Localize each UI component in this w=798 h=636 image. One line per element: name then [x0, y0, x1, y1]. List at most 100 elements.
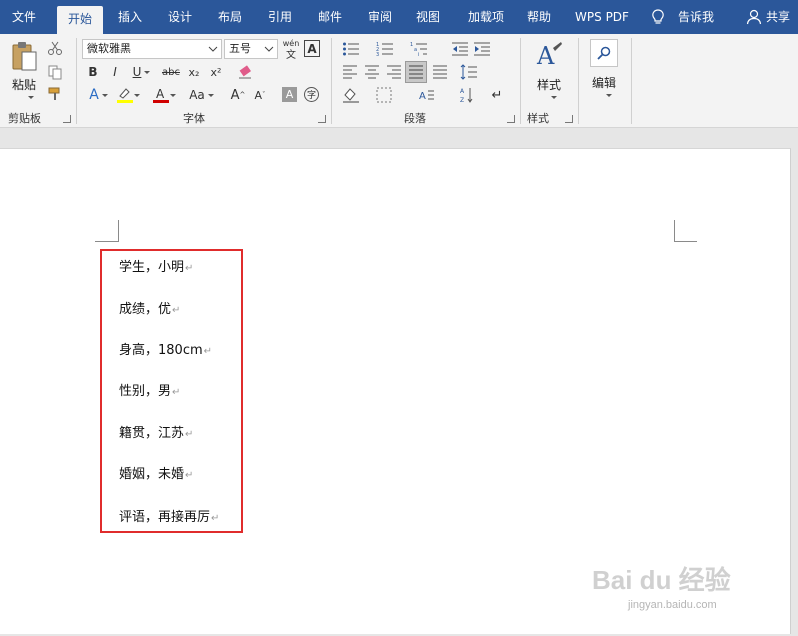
paste-label[interactable]: 粘贴 — [10, 76, 38, 93]
bold-icon[interactable]: B — [86, 64, 100, 80]
shading-icon[interactable] — [342, 87, 360, 103]
font-launcher-icon[interactable] — [318, 115, 326, 123]
editing-dropdown[interactable] — [600, 92, 612, 98]
paragraph-line[interactable]: 成绩，优↵ — [119, 298, 180, 317]
shrink-font-icon[interactable]: Aˇ — [252, 86, 268, 104]
paragraph-group-label: 段落 — [404, 112, 426, 125]
paragraph-line[interactable]: 评语，再接再厉↵ — [119, 506, 219, 525]
paragraph-line[interactable]: 婚姻，未婚↵ — [119, 463, 193, 482]
align-center-icon[interactable] — [364, 65, 380, 79]
character-border-icon[interactable]: A — [304, 40, 320, 57]
line-text: 籍贯，江苏 — [119, 426, 185, 441]
tab-layout[interactable]: 布局 — [210, 0, 250, 34]
superscript-icon[interactable]: x² — [208, 64, 224, 80]
multilevel-list-icon[interactable]: 1ai — [410, 41, 428, 57]
styles-group-label: 样式 — [527, 112, 549, 125]
paragraph-mark: ↵ — [203, 346, 213, 357]
magnifier-icon — [597, 46, 611, 60]
tab-insert[interactable]: 插入 — [110, 0, 150, 34]
paragraph-line[interactable]: 学生，小明↵ — [119, 256, 193, 275]
chevron-down-icon[interactable] — [208, 44, 218, 54]
show-formatting-marks-icon[interactable]: ↵ — [490, 86, 504, 104]
justify-button[interactable] — [405, 61, 427, 83]
share-button[interactable]: 共享 — [763, 0, 793, 34]
distributed-icon[interactable] — [432, 65, 448, 79]
paragraph-line[interactable]: 性别，男↵ — [119, 380, 180, 399]
font-color-icon[interactable]: A — [152, 86, 176, 104]
enclosed-character-icon[interactable]: 字 — [304, 87, 319, 102]
editing-button[interactable]: 编辑 — [587, 74, 621, 91]
align-right-icon[interactable] — [386, 65, 402, 79]
paste-dropdown[interactable] — [20, 94, 34, 100]
sort-icon[interactable]: AZ — [460, 86, 474, 104]
styles-button[interactable]: 样式 — [532, 76, 566, 93]
find-button[interactable] — [590, 39, 618, 67]
line-spacing-icon[interactable] — [460, 64, 478, 80]
tab-home[interactable]: 开始 — [57, 6, 103, 34]
character-shading-icon[interactable]: A — [282, 87, 297, 102]
strikethrough-icon[interactable]: abc — [160, 64, 182, 80]
grow-font-icon[interactable]: A ^ — [230, 86, 246, 104]
chevron-down-icon[interactable] — [264, 44, 274, 54]
change-case-icon[interactable]: Aa — [186, 86, 214, 104]
borders-icon[interactable] — [376, 87, 392, 103]
underline-icon[interactable]: U — [130, 64, 150, 80]
styles-dropdown[interactable] — [545, 94, 557, 100]
increase-indent-icon[interactable] — [473, 41, 491, 57]
tab-wps-pdf[interactable]: WPS PDF — [570, 0, 634, 34]
italic-icon[interactable]: I — [108, 64, 122, 80]
tab-review[interactable]: 审阅 — [360, 0, 400, 34]
paragraph-line[interactable]: 身高，180cm↵ — [119, 339, 212, 358]
line-text: 身高，180cm — [119, 343, 203, 358]
tab-file[interactable]: 文件 — [4, 0, 44, 34]
svg-text:1: 1 — [410, 42, 413, 48]
baidu-watermark-logo: Bai du 经验 — [592, 565, 731, 595]
copy-icon[interactable] — [47, 64, 63, 80]
line-text: 学生，小明 — [119, 260, 185, 275]
font-name-combo[interactable]: 微软雅黑 — [82, 39, 222, 59]
styles-icon[interactable]: A — [535, 40, 563, 72]
tab-references[interactable]: 引用 — [260, 0, 300, 34]
crop-mark-top-left — [95, 220, 119, 242]
tell-me-search[interactable]: 告诉我 — [672, 0, 720, 34]
group-divider — [520, 38, 521, 124]
group-divider — [578, 38, 579, 124]
font-name-value: 微软雅黑 — [87, 42, 131, 55]
crop-mark-top-right — [674, 220, 697, 242]
decrease-indent-icon[interactable] — [451, 41, 469, 57]
svg-text:3: 3 — [376, 52, 379, 57]
subscript-icon[interactable]: x₂ — [186, 64, 202, 80]
svg-text:Z: Z — [460, 97, 464, 104]
paste-icon[interactable] — [10, 40, 38, 72]
format-painter-icon[interactable] — [47, 86, 63, 102]
numbering-icon[interactable]: 123 — [376, 41, 394, 57]
tab-help[interactable]: 帮助 — [520, 0, 558, 34]
font-group-label: 字体 — [183, 112, 205, 125]
phonetic-guide-icon[interactable]: 文 — [283, 47, 299, 61]
font-size-combo[interactable]: 五号 — [224, 39, 278, 59]
cut-icon[interactable] — [47, 40, 63, 56]
svg-text:A: A — [460, 88, 465, 95]
paragraph-launcher-icon[interactable] — [507, 115, 515, 123]
clear-formatting-icon[interactable] — [237, 64, 255, 80]
tab-view[interactable]: 视图 — [408, 0, 448, 34]
asian-layout-icon[interactable]: A — [418, 87, 436, 103]
tab-design[interactable]: 设计 — [160, 0, 200, 34]
clipboard-group-label: 剪贴板 — [8, 112, 41, 125]
styles-launcher-icon[interactable] — [565, 115, 573, 123]
tab-addins[interactable]: 加载项 — [460, 0, 512, 34]
paragraph-line[interactable]: 籍贯，江苏↵ — [119, 422, 193, 441]
bullets-icon[interactable] — [342, 41, 360, 57]
tab-mailings[interactable]: 邮件 — [310, 0, 350, 34]
lightbulb-icon[interactable] — [651, 9, 665, 25]
svg-text:A: A — [419, 91, 426, 102]
align-left-icon[interactable] — [342, 65, 358, 79]
group-divider — [76, 38, 77, 124]
text-effects-icon[interactable]: A — [86, 86, 108, 104]
person-icon[interactable] — [746, 9, 762, 25]
svg-text:a: a — [414, 47, 417, 53]
paragraph-mark: ↵ — [185, 470, 194, 481]
clipboard-launcher-icon[interactable] — [63, 115, 71, 123]
text-highlight-icon[interactable] — [116, 86, 140, 104]
svg-text:i: i — [418, 52, 419, 57]
